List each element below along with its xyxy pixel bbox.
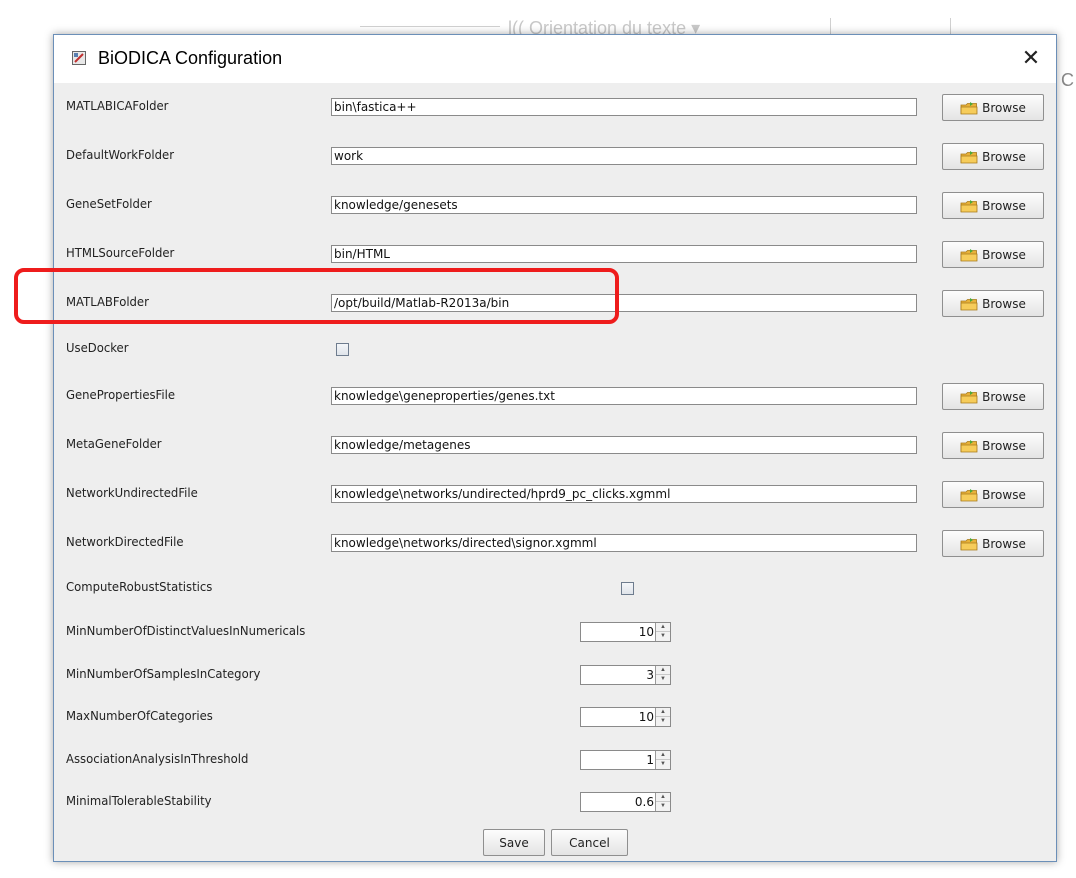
spinner-up-icon[interactable]: ▲ xyxy=(656,751,670,760)
spinner-arrows[interactable]: ▲ ▼ xyxy=(655,793,670,811)
background-divider xyxy=(950,18,951,34)
background-divider xyxy=(830,18,831,34)
folder-icon xyxy=(960,537,978,551)
spinner-down-icon[interactable]: ▼ xyxy=(656,717,670,726)
label-network-undirected-file: NetworkUndirectedFile xyxy=(66,486,198,500)
browse-button-network-directed-file[interactable]: Browse xyxy=(942,530,1044,557)
spinner-value[interactable]: 3 xyxy=(646,666,654,684)
spinner-arrows[interactable]: ▲ ▼ xyxy=(655,751,670,769)
folder-icon xyxy=(960,297,978,311)
field-network-directed-file[interactable]: knowledge\networks/directed\signor.xgmml xyxy=(331,534,917,552)
spinner-max-number-of-categories[interactable]: 10 ▲ ▼ xyxy=(580,707,671,727)
field-meta-gene-folder[interactable]: knowledge/metagenes xyxy=(331,436,917,454)
label-matlabfolder: MATLABFolder xyxy=(66,295,149,309)
spinner-arrows[interactable]: ▲ ▼ xyxy=(655,623,670,641)
label-gene-properties-file: GenePropertiesFile xyxy=(66,388,176,402)
folder-icon xyxy=(960,199,978,213)
save-button[interactable]: Save xyxy=(483,829,545,856)
configuration-dialog: BiODICA Configuration ✕ MATLABICAFolder b… xyxy=(53,34,1057,862)
spinner-down-icon[interactable]: ▼ xyxy=(656,632,670,641)
label-htmlsource-folder: HTMLSourceFolder xyxy=(66,246,175,260)
label-minimal-tolerable-stability: MinimalTolerableStability xyxy=(66,794,212,808)
folder-icon xyxy=(960,101,978,115)
field-default-work-folder[interactable]: work xyxy=(331,147,917,165)
field-gene-properties-file[interactable]: knowledge\geneproperties/genes.txt xyxy=(331,387,917,405)
spinner-association-analysis-in-threshold[interactable]: 1 ▲ ▼ xyxy=(580,750,671,770)
browse-button-meta-gene-folder[interactable]: Browse xyxy=(942,432,1044,459)
spinner-up-icon[interactable]: ▲ xyxy=(656,793,670,802)
spinner-value[interactable]: 1 xyxy=(646,751,654,769)
browse-button-default-work-folder[interactable]: Browse xyxy=(942,143,1044,170)
label-association-analysis-in-threshold: AssociationAnalysisInThreshold xyxy=(66,752,249,766)
label-use-docker: UseDocker xyxy=(66,341,129,355)
cancel-button[interactable]: Cancel xyxy=(551,829,628,856)
browse-label: Browse xyxy=(982,487,1026,502)
label-meta-gene-folder: MetaGeneFolder xyxy=(66,437,162,451)
dialog-content: MATLABICAFolder bin\fastica++ Browse Defaul… xyxy=(54,83,1056,861)
label-network-directed-file: NetworkDirectedFile xyxy=(66,535,184,549)
browse-label: Browse xyxy=(982,438,1026,453)
spinner-up-icon[interactable]: ▲ xyxy=(656,708,670,717)
spinner-value[interactable]: 10 xyxy=(639,623,654,641)
spinner-down-icon[interactable]: ▼ xyxy=(656,675,670,684)
browse-button-matlabfolder[interactable]: Browse xyxy=(942,290,1044,317)
browse-label: Browse xyxy=(982,100,1026,115)
app-icon xyxy=(72,51,86,65)
folder-icon xyxy=(960,390,978,404)
checkbox-compute-robust-statistics[interactable] xyxy=(621,582,634,595)
close-icon: ✕ xyxy=(1021,45,1041,70)
label-default-work-folder: DefaultWorkFolder xyxy=(66,148,174,162)
field-matlabicafolder[interactable]: bin\fastica++ xyxy=(331,98,917,116)
spinner-min-number-of-distinct-values-in-numericals[interactable]: 10 ▲ ▼ xyxy=(580,622,671,642)
field-network-undirected-file[interactable]: knowledge\networks/undirected/hprd9_pc_c… xyxy=(331,485,917,503)
label-min-number-of-distinct-values-in-numericals: MinNumberOfDistinctValuesInNumericals xyxy=(66,624,306,638)
spinner-up-icon[interactable]: ▲ xyxy=(656,623,670,632)
spinner-value[interactable]: 0.6 xyxy=(635,793,654,811)
spinner-minimal-tolerable-stability[interactable]: 0.6 ▲ ▼ xyxy=(580,792,671,812)
spinner-up-icon[interactable]: ▲ xyxy=(656,666,670,675)
field-matlabfolder[interactable]: /opt/build/Matlab-R2013a/bin xyxy=(331,294,917,312)
spinner-value[interactable]: 10 xyxy=(639,708,654,726)
dialog-titlebar[interactable]: BiODICA Configuration ✕ xyxy=(54,35,1056,83)
browse-button-htmlsource-folder[interactable]: Browse xyxy=(942,241,1044,268)
spinner-arrows[interactable]: ▲ ▼ xyxy=(655,708,670,726)
browse-button-gene-set-folder[interactable]: Browse xyxy=(942,192,1044,219)
label-compute-robust-statistics: ComputeRobustStatistics xyxy=(66,580,213,594)
folder-icon xyxy=(960,150,978,164)
spinner-min-number-of-samples-in-category[interactable]: 3 ▲ ▼ xyxy=(580,665,671,685)
browse-label: Browse xyxy=(982,198,1026,213)
folder-icon xyxy=(960,439,978,453)
field-gene-set-folder[interactable]: knowledge/genesets xyxy=(331,196,917,214)
label-matlabicafolder: MATLABICAFolder xyxy=(66,99,169,113)
browse-button-gene-properties-file[interactable]: Browse xyxy=(942,383,1044,410)
browse-button-matlabicafolder[interactable]: Browse xyxy=(942,94,1044,121)
dialog-title: BiODICA Configuration xyxy=(98,48,283,68)
field-htmlsource-folder[interactable]: bin/HTML xyxy=(331,245,917,263)
close-button[interactable]: ✕ xyxy=(1016,43,1046,73)
browse-button-network-undirected-file[interactable]: Browse xyxy=(942,481,1044,508)
folder-icon xyxy=(960,248,978,262)
browse-label: Browse xyxy=(982,536,1026,551)
background-edge-text: C xyxy=(1061,70,1074,90)
browse-label: Browse xyxy=(982,389,1026,404)
browse-label: Browse xyxy=(982,247,1026,262)
browse-label: Browse xyxy=(982,149,1026,164)
label-gene-set-folder: GeneSetFolder xyxy=(66,197,152,211)
label-max-number-of-categories: MaxNumberOfCategories xyxy=(66,709,213,723)
background-divider xyxy=(360,26,500,27)
spinner-down-icon[interactable]: ▼ xyxy=(656,802,670,811)
folder-icon xyxy=(960,488,978,502)
spinner-down-icon[interactable]: ▼ xyxy=(656,760,670,769)
spinner-arrows[interactable]: ▲ ▼ xyxy=(655,666,670,684)
label-min-number-of-samples-in-category: MinNumberOfSamplesInCategory xyxy=(66,667,261,681)
browse-label: Browse xyxy=(982,296,1026,311)
checkbox-use-docker[interactable] xyxy=(336,343,349,356)
